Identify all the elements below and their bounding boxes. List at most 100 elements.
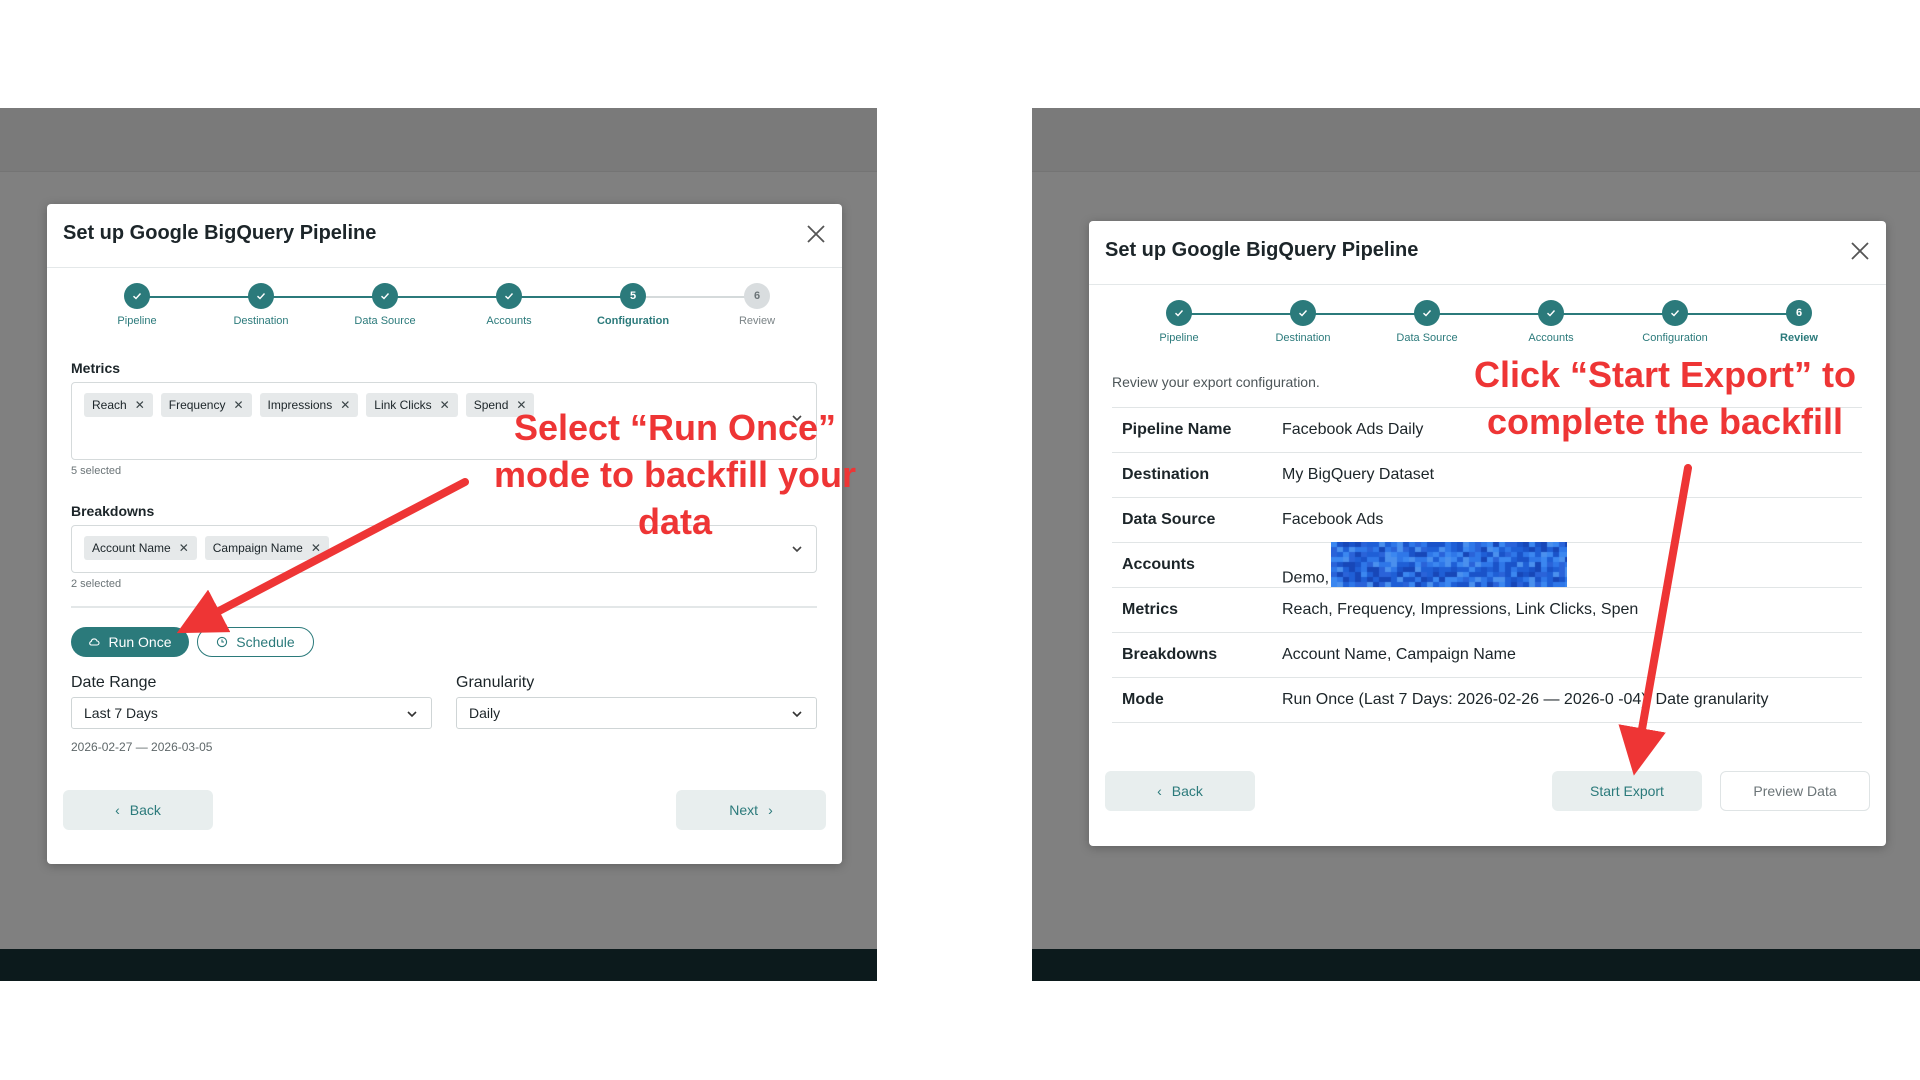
chip-label: Campaign Name <box>212 541 303 555</box>
annotation-run-once: Select “Run Once” mode to backfill your … <box>493 407 857 542</box>
app-topbar <box>0 108 877 172</box>
chevron-left-icon: ‹ <box>115 802 120 818</box>
preview-data-button[interactable]: Preview Data <box>1720 771 1870 811</box>
date-range-hint: 2026-02-27 — 2026-03-05 <box>71 740 213 754</box>
next-label: Next <box>729 802 759 818</box>
pipeline-setup-modal: Set up Google BigQuery Pipeline Pipeline… <box>1089 221 1886 846</box>
date-range-label: Date Range <box>71 674 157 691</box>
modal-title: Set up Google BigQuery Pipeline <box>1105 239 1419 261</box>
check-icon <box>1538 300 1564 326</box>
back-label: Back <box>129 802 161 818</box>
cloud-upload-icon <box>89 638 101 646</box>
step-accounts: Accounts <box>449 282 569 327</box>
review-row: Metrics Reach, Frequency, Impressions, Li… <box>1112 588 1862 633</box>
review-key: Mode <box>1122 691 1164 708</box>
annotation-start-export: Click “Start Export” to complete the bac… <box>1473 354 1857 442</box>
granularity-select[interactable]: Daily <box>456 697 817 729</box>
breakdowns-label: Breakdowns <box>71 503 155 519</box>
chip: Link Clicks ✕ <box>366 393 458 417</box>
step-accounts: Accounts <box>1491 299 1611 344</box>
step-destination: Destination <box>1243 299 1363 344</box>
review-key: Data Source <box>1122 511 1216 528</box>
clock-icon <box>217 636 228 648</box>
modal-title: Set up Google BigQuery Pipeline <box>63 222 377 244</box>
divider <box>71 606 817 608</box>
chip-remove-icon[interactable]: ✕ <box>440 398 450 412</box>
step-label: Configuration <box>1642 332 1708 344</box>
chip-label: Frequency <box>168 398 226 412</box>
step-number: 6 <box>744 283 770 309</box>
review-value: Run Once (Last 7 Days: 2026-02-26 — 2026… <box>1282 691 1769 708</box>
chip-label: Impressions <box>267 398 333 412</box>
next-button[interactable]: Next › <box>676 790 826 830</box>
review-key: Pipeline Name <box>1122 421 1232 438</box>
chevron-right-icon: › <box>768 802 773 818</box>
stepper: Pipeline Destination Data Source Accounts Co… <box>1109 299 1866 349</box>
step-label: Review <box>738 315 776 327</box>
step-label: Configuration <box>596 315 670 327</box>
date-range-value: Last 7 Days <box>84 705 158 721</box>
step-pipeline: Pipeline <box>1119 299 1239 344</box>
review-row: Breakdowns Account Name, Campaign Name <box>1112 633 1862 678</box>
app-footer-strip <box>0 949 877 981</box>
review-row: Destination My BigQuery Dataset <box>1112 453 1862 498</box>
check-icon <box>1166 300 1192 326</box>
schedule-button[interactable]: Schedule <box>197 627 314 657</box>
metrics-label: Metrics <box>71 360 121 376</box>
step-label: Accounts <box>1528 332 1574 344</box>
chevron-left-icon: ‹ <box>1157 783 1162 799</box>
run-once-button[interactable]: Run Once <box>71 627 189 657</box>
breakdowns-chip-list: Account Name ✕ Campaign Name ✕ <box>84 536 329 560</box>
chip: Reach ✕ <box>84 393 153 417</box>
step-number: 5 <box>620 283 646 309</box>
step-configuration: Configuration <box>1615 299 1735 344</box>
date-range-select[interactable]: Last 7 Days <box>71 697 432 729</box>
check-icon <box>1290 300 1316 326</box>
metrics-chip-list: Reach ✕ Frequency ✕ Impressions ✕ Link Clicks ✕… <box>84 393 535 417</box>
start-export-button[interactable]: Start Export <box>1552 771 1702 811</box>
granularity-label: Granularity <box>456 674 535 691</box>
review-value: Reach, Frequency, Impressions, Link Clic… <box>1282 601 1639 618</box>
check-icon <box>372 283 398 309</box>
back-button[interactable]: ‹ Back <box>1105 771 1255 811</box>
app-topbar <box>1032 108 1920 172</box>
back-label: Back <box>1171 783 1203 799</box>
redacted-pixelated-block <box>1331 542 1568 587</box>
step-label: Destination <box>233 315 289 327</box>
step-label: Destination <box>1275 332 1331 344</box>
check-icon <box>124 283 150 309</box>
right-screenshot-panel: Set up Google BigQuery Pipeline Pipeline… <box>1032 108 1920 981</box>
modal-header: Set up Google BigQuery Pipeline <box>47 204 842 268</box>
chip-remove-icon[interactable]: ✕ <box>179 541 189 555</box>
review-key: Metrics <box>1122 601 1179 618</box>
stepper: Pipeline Destination Data Source Accounts 5 C… <box>67 282 822 332</box>
step-label: Accounts <box>486 315 532 327</box>
review-row: Accounts Demo, <box>1112 542 1862 588</box>
chevron-down-icon <box>407 711 417 718</box>
chip: Campaign Name ✕ <box>204 536 329 560</box>
review-value: Facebook Ads Daily <box>1282 421 1424 438</box>
step-label: Pipeline <box>1159 332 1199 344</box>
step-configuration: 5 Configuration <box>573 282 693 327</box>
app-footer-strip <box>1032 949 1920 981</box>
close-icon[interactable] <box>804 222 828 246</box>
start-export-label: Start Export <box>1590 783 1664 799</box>
chip-remove-icon[interactable]: ✕ <box>233 398 243 412</box>
step-number: 6 <box>1786 300 1812 326</box>
chip-remove-icon[interactable]: ✕ <box>311 541 321 555</box>
chip-remove-icon[interactable]: ✕ <box>135 398 145 412</box>
chip-remove-icon[interactable]: ✕ <box>340 398 350 412</box>
chip: Impressions ✕ <box>259 393 359 417</box>
review-value: My BigQuery Dataset <box>1282 466 1435 483</box>
review-key: Breakdowns <box>1122 646 1218 663</box>
step-destination: Destination <box>201 282 321 327</box>
schedule-label: Schedule <box>236 634 295 650</box>
step-label: Pipeline <box>117 315 157 327</box>
preview-data-label: Preview Data <box>1753 783 1837 799</box>
back-button[interactable]: ‹ Back <box>63 790 213 830</box>
step-data-source: Data Source <box>325 282 445 327</box>
close-icon[interactable] <box>1848 239 1872 263</box>
step-review: 6 Review <box>1739 299 1859 344</box>
granularity-value: Daily <box>469 705 501 721</box>
chip-label: Account Name <box>92 541 171 555</box>
